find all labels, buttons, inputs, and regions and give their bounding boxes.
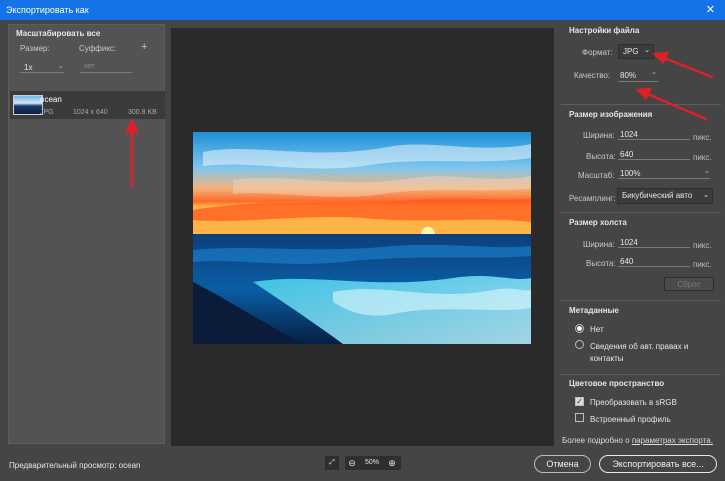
annotation-arrows [125, 51, 714, 188]
arrow-format-head [652, 51, 669, 65]
arrow-quality-head [635, 87, 652, 101]
arrow-format-line [660, 55, 714, 79]
arrow-size-head [125, 117, 139, 134]
arrow-quality-line [643, 91, 708, 121]
